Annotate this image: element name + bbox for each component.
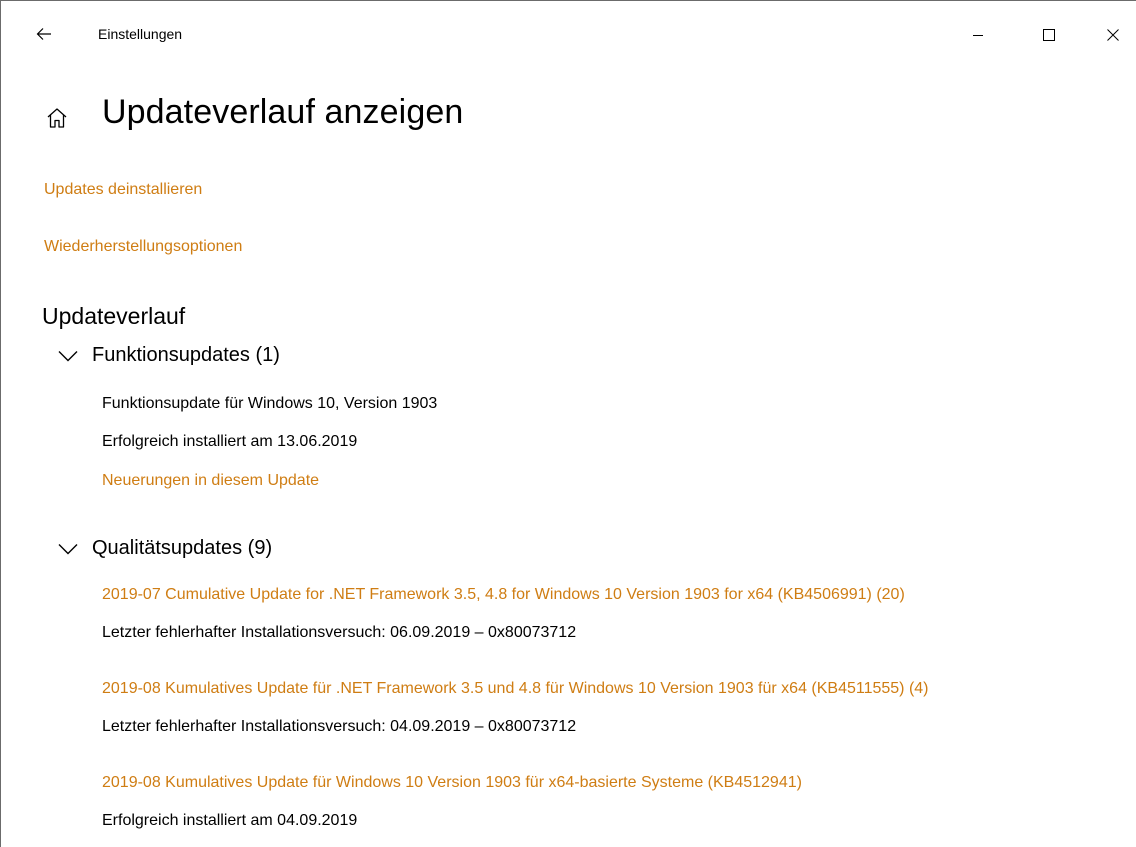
quality-updates-label: Qualitätsupdates (9) xyxy=(92,537,273,559)
page-title: Updateverlauf anzeigen xyxy=(102,93,464,131)
maximize-button[interactable] xyxy=(1029,18,1069,52)
title-bar: Einstellungen xyxy=(1,1,1136,69)
feature-updates-label: Funktionsupdates (1) xyxy=(92,344,280,366)
chevron-down-icon xyxy=(58,350,78,361)
feature-update-status: Erfolgreich installiert am 13.06.2019 xyxy=(102,433,358,450)
quality-update-status: Letzter fehlerhafter Installationsversuc… xyxy=(102,718,577,735)
feature-updates-toggle[interactable]: Funktionsupdates (1) xyxy=(58,344,280,367)
app-title: Einstellungen xyxy=(98,26,183,42)
close-icon xyxy=(1107,29,1119,41)
chevron-down-icon xyxy=(58,543,78,554)
quality-update-status: Letzter fehlerhafter Installationsversuc… xyxy=(102,624,577,641)
recovery-options-link[interactable]: Wiederherstellungsoptionen xyxy=(44,238,242,256)
uninstall-updates-link[interactable]: Updates deinstallieren xyxy=(44,181,202,199)
whats-new-link[interactable]: Neuerungen in diesem Update xyxy=(102,472,319,490)
feature-update-name: Funktionsupdate für Windows 10, Version … xyxy=(102,395,438,412)
arrow-left-icon xyxy=(36,28,51,40)
quality-update-link[interactable]: 2019-08 Kumulatives Update für Windows 1… xyxy=(102,774,802,792)
home-icon[interactable] xyxy=(46,107,68,129)
quality-update-link[interactable]: 2019-07 Cumulative Update for .NET Frame… xyxy=(102,586,905,604)
settings-window: Einstellungen Updateverlauf anzeigen Upd… xyxy=(0,0,1136,847)
minimize-button[interactable] xyxy=(958,18,998,52)
maximize-icon xyxy=(1043,29,1055,41)
back-button[interactable] xyxy=(27,17,61,51)
quality-updates-toggle[interactable]: Qualitätsupdates (9) xyxy=(58,537,272,560)
page-header: Updateverlauf anzeigen xyxy=(46,93,463,132)
minimize-icon xyxy=(973,35,983,36)
section-heading: Updateverlauf xyxy=(42,303,186,329)
quality-update-link[interactable]: 2019-08 Kumulatives Update für .NET Fram… xyxy=(102,680,929,698)
quality-update-status: Erfolgreich installiert am 04.09.2019 xyxy=(102,812,358,829)
close-button[interactable] xyxy=(1093,18,1133,52)
